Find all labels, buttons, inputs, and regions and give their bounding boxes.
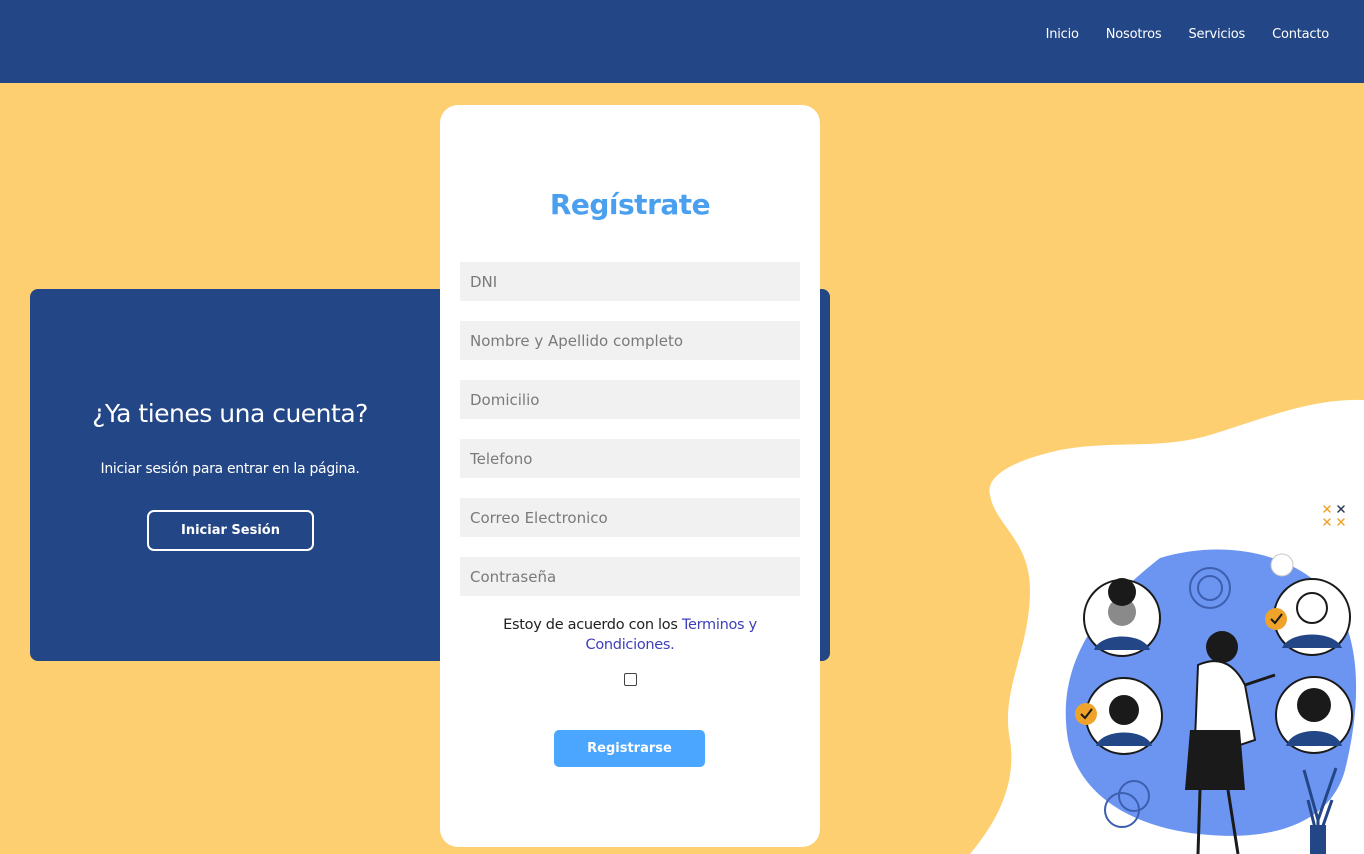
main-nav: Inicio Nosotros Servicios Contacto: [1046, 27, 1330, 42]
nav-inicio[interactable]: Inicio: [1046, 27, 1079, 42]
login-title: ¿Ya tienes una cuenta?: [92, 399, 368, 428]
terms-checkbox[interactable]: [624, 673, 637, 686]
address-field[interactable]: [460, 380, 800, 419]
top-header: Inicio Nosotros Servicios Contacto: [0, 0, 1364, 83]
nav-servicios[interactable]: Servicios: [1188, 27, 1245, 42]
terms-label: Estoy de acuerdo con los: [503, 617, 682, 633]
nav-contacto[interactable]: Contacto: [1272, 27, 1329, 42]
nav-nosotros[interactable]: Nosotros: [1106, 27, 1162, 42]
dni-field[interactable]: [460, 262, 800, 301]
login-subtitle: Iniciar sesión para entrar en la página.: [100, 461, 360, 477]
team-illustration-icon: [1065, 505, 1357, 854]
full-name-field[interactable]: [460, 321, 800, 360]
register-title: Regístrate: [549, 188, 711, 221]
terms-text: Estoy de acuerdo con los Terminos y Cond…: [480, 615, 780, 655]
cross-marks-icon: [1323, 505, 1345, 526]
email-field[interactable]: [460, 498, 800, 537]
register-card: Regístrate Estoy de acuerdo con los Term…: [440, 105, 820, 847]
phone-field[interactable]: [460, 439, 800, 478]
register-button[interactable]: Registrarse: [554, 730, 705, 767]
password-field[interactable]: [460, 557, 800, 596]
login-button[interactable]: Iniciar Sesión: [147, 510, 314, 551]
